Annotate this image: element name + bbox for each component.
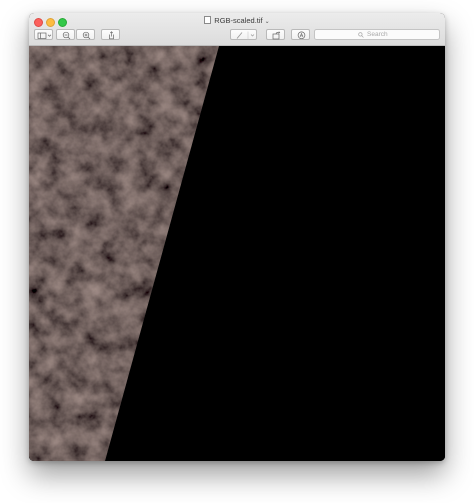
markup-button[interactable] xyxy=(230,29,257,40)
search-icon xyxy=(358,32,364,38)
zoom-in-button[interactable] xyxy=(76,29,95,40)
search-field[interactable]: Search xyxy=(314,29,440,40)
satellite-image xyxy=(29,46,445,461)
rotate-icon xyxy=(272,31,281,40)
window-title-area[interactable]: RGB-scaled.tif ⌄ xyxy=(29,16,445,27)
zoom-out-icon xyxy=(62,31,71,40)
share-icon xyxy=(109,31,114,40)
markup-pen-icon xyxy=(236,31,255,40)
search-placeholder: Search xyxy=(367,31,388,38)
title-chevron-down-icon: ⌄ xyxy=(264,19,270,25)
document-icon xyxy=(204,16,212,24)
rotate-button[interactable] xyxy=(266,29,285,40)
window-title: RGB-scaled.tif xyxy=(214,16,263,25)
preview-window: RGB-scaled.tif ⌄ Search xyxy=(29,13,445,461)
sidebar-icon xyxy=(37,32,52,39)
zoom-out-button[interactable] xyxy=(56,29,75,40)
share-button[interactable] xyxy=(101,29,120,40)
annotate-icon xyxy=(297,31,306,40)
image-canvas[interactable] xyxy=(29,46,445,461)
zoom-in-icon xyxy=(82,31,91,40)
sidebar-toggle-button[interactable] xyxy=(34,29,53,40)
annotate-button[interactable] xyxy=(291,29,310,40)
titlebar: RGB-scaled.tif ⌄ Search xyxy=(29,13,445,46)
